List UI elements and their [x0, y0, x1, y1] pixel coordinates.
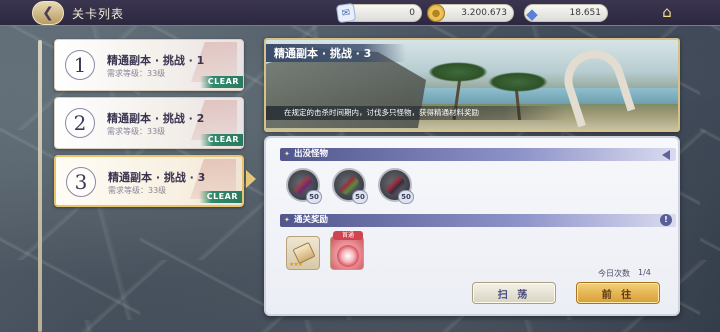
go-button[interactable]: 前 往 — [576, 282, 660, 304]
reward-item-flower[interactable]: 首通 — [330, 231, 364, 270]
stage-item-1[interactable]: 1 精通副本 · 挑战 · 1 需求等级：33级 CLEAR — [54, 39, 244, 91]
section-end-arrow-icon — [662, 150, 670, 160]
stage-requirement: 需求等级：33级 — [107, 69, 166, 78]
stage-name: 精通副本 · 挑战 · 2 — [107, 112, 205, 125]
stage-requirement: 需求等级：33级 — [107, 127, 166, 136]
crystal-value: 18.651 — [569, 8, 602, 18]
shop-icon[interactable]: ⌂ — [656, 3, 678, 23]
banner-title: 精通副本 · 挑战 · 3 — [274, 47, 372, 60]
rewards-section-header: ✦ 通关奖励 ! — [280, 214, 676, 227]
ticket-value: 0 — [409, 8, 415, 18]
info-icon[interactable]: ! — [660, 214, 672, 226]
crystal-counter[interactable]: ◆ 18.651 — [524, 4, 608, 23]
banner-leaf — [488, 72, 548, 92]
clear-badge: CLEAR — [199, 134, 243, 146]
monster-level: 50 — [398, 190, 414, 204]
stage-number: 1 — [65, 50, 95, 80]
stage-number: 3 — [66, 167, 96, 197]
stage-info-panel: ✦ 出没怪物 50 50 50 ✦ 通关奖励 ! ★★★ 首通 今日次数 1/4… — [264, 136, 680, 316]
stage-number: 2 — [65, 108, 95, 138]
page-title: 关卡列表 — [72, 7, 125, 21]
selection-arrow-icon — [246, 170, 256, 188]
clear-badge: CLEAR — [198, 191, 242, 203]
first-clear-tag: 首通 — [333, 231, 363, 240]
monster-level: 50 — [352, 190, 368, 204]
monsters-header-label: 出没怪物 — [294, 149, 329, 159]
stage-name: 精通副本 · 挑战 · 3 — [108, 171, 206, 184]
back-arrow-icon: ❮ — [42, 5, 54, 21]
monster-icon[interactable]: 50 — [286, 168, 322, 204]
banner-leaf — [428, 62, 488, 82]
reward-stars: ★★★ — [289, 261, 303, 268]
gold-counter[interactable]: ● 3.200.673 — [427, 4, 514, 22]
monster-icon[interactable]: 50 — [332, 168, 368, 204]
top-bar: ❮ 关卡列表 ✉ 0 ● 3.200.673 ◆ 18.651 ⌂ — [0, 0, 720, 26]
banner-arch — [556, 42, 636, 128]
star-icon: ✦ — [284, 150, 290, 158]
back-button[interactable]: ❮ — [32, 1, 64, 25]
clear-badge: CLEAR — [199, 76, 243, 88]
coin-icon: ● — [427, 4, 445, 22]
flower-icon — [337, 245, 359, 267]
attempts-label: 今日次数 — [598, 269, 630, 278]
ticket-icon: ✉ — [335, 2, 357, 24]
stage-name: 精通副本 · 挑战 · 1 — [107, 54, 205, 67]
stage-requirement: 需求等级：33级 — [108, 186, 167, 195]
rewards-header-label: 通关奖励 — [294, 215, 329, 225]
banner-description: 在规定的击杀时间期内，讨伐多只怪物，获得精通材料奖励 — [284, 108, 479, 117]
crystal-icon: ◆ — [526, 5, 538, 23]
star-icon: ✦ — [284, 216, 290, 224]
reward-item-scroll[interactable]: ★★★ — [286, 236, 320, 270]
monsters-section-header: ✦ 出没怪物 — [280, 148, 676, 161]
stage-list-rail — [38, 40, 42, 332]
monster-level: 50 — [306, 190, 322, 204]
gold-value: 3.200.673 — [461, 8, 507, 18]
attempts-value: 1/4 — [638, 268, 651, 277]
ticket-counter[interactable]: ✉ 0 — [335, 2, 422, 24]
stage-item-2[interactable]: 2 精通副本 · 挑战 · 2 需求等级：33级 CLEAR — [54, 97, 244, 149]
sweep-button[interactable]: 扫 荡 — [472, 282, 556, 304]
monster-icon[interactable]: 50 — [378, 168, 414, 204]
stage-item-3[interactable]: 3 精通副本 · 挑战 · 3 需求等级：33级 CLEAR — [54, 155, 244, 207]
stage-banner: 精通副本 · 挑战 · 3 在规定的击杀时间期内，讨伐多只怪物，获得精通材料奖励 — [264, 38, 680, 132]
